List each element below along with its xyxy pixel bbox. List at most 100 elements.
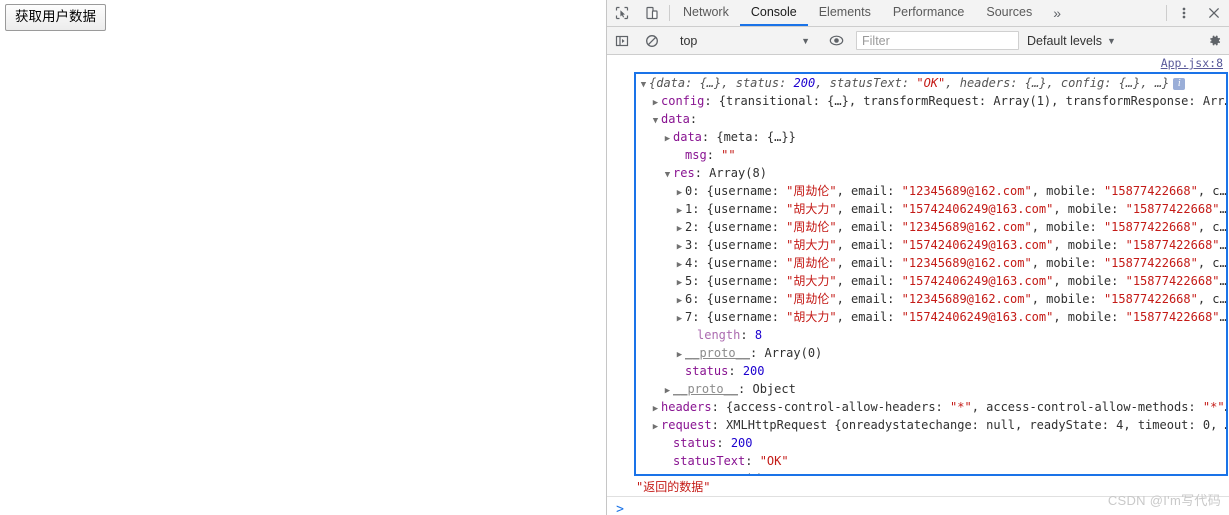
console-property-row[interactable]: 4: {username: "周劫伦", email: "12345689@16…	[636, 254, 1226, 272]
disclosure-triangle-icon[interactable]	[674, 238, 685, 254]
disclosure-triangle-icon[interactable]	[674, 292, 685, 308]
tab-console[interactable]: Console	[739, 0, 808, 26]
tab-label: Elements	[818, 5, 871, 19]
web-page-viewport: 获取用户数据	[0, 0, 607, 515]
console-return-value: "返回的数据"	[636, 480, 711, 494]
disclosure-triangle-icon[interactable]	[650, 94, 661, 110]
disclosure-triangle-icon[interactable]	[650, 112, 661, 128]
console-property-row[interactable]: statusText: "OK"	[636, 452, 1226, 470]
log-token: , …}	[1140, 76, 1170, 90]
disclosure-triangle-icon[interactable]	[674, 184, 685, 200]
log-token: {…}	[1118, 76, 1141, 90]
property-value: …	[1220, 310, 1226, 324]
console-property-row[interactable]: msg: ""	[636, 146, 1226, 164]
console-property-row[interactable]: 0: {username: "周劫伦", email: "12345689@16…	[636, 182, 1226, 200]
property-key: msg	[685, 148, 707, 162]
device-toolbar-icon[interactable]	[637, 0, 667, 26]
console-property-row[interactable]: 1: {username: "胡大力", email: "15742406249…	[636, 200, 1226, 218]
string-literal: "12345689@162.com"	[901, 292, 1032, 306]
disclosure-triangle-icon[interactable]	[674, 256, 685, 272]
log-levels-value: Default levels	[1027, 33, 1103, 48]
console-property-row[interactable]: length: 8	[636, 326, 1226, 344]
disclosure-triangle-icon[interactable]	[650, 472, 661, 474]
property-value: , mobile:	[1053, 202, 1126, 216]
console-property-row[interactable]: 7: {username: "胡大力", email: "15742406249…	[636, 308, 1226, 326]
property-value: : Object	[738, 382, 796, 396]
console-property-row[interactable]: data: {meta: {…}}	[636, 128, 1226, 146]
property-value: 200	[730, 436, 753, 450]
console-property-row[interactable]: request: XMLHttpRequest {onreadystatecha…	[636, 416, 1226, 434]
string-literal: "15877422668"	[1125, 238, 1220, 252]
log-token: , headers:	[945, 76, 1025, 90]
property-key: headers	[661, 400, 712, 414]
property-value: , email:	[836, 202, 902, 216]
tab-network[interactable]: Network	[672, 0, 740, 26]
more-tabs-chevron-icon[interactable]: »	[1043, 0, 1071, 26]
tab-elements[interactable]: Elements	[808, 0, 882, 26]
property-key: data	[673, 130, 702, 144]
disclosure-triangle-icon[interactable]	[662, 130, 673, 146]
console-property-row[interactable]: __proto__: Object	[636, 470, 1226, 474]
chevron-down-icon: ▼	[1107, 35, 1116, 46]
console-property-row[interactable]: 6: {username: "周劫伦", email: "12345689@16…	[636, 290, 1226, 308]
string-literal: "15742406249@163.com"	[901, 310, 1054, 324]
clear-console-icon[interactable]	[637, 34, 667, 48]
string-literal: "15877422668"	[1103, 256, 1198, 270]
inspect-element-icon[interactable]	[607, 0, 637, 26]
string-literal: "15877422668"	[1103, 292, 1198, 306]
console-property-row[interactable]: __proto__: Object	[636, 380, 1226, 398]
property-key: statusText	[673, 454, 746, 468]
disclosure-triangle-icon[interactable]	[662, 382, 673, 398]
live-expression-icon[interactable]	[821, 33, 851, 48]
disclosure-triangle-icon[interactable]	[674, 346, 685, 362]
log-levels-select[interactable]: Default levels ▼	[1019, 34, 1124, 48]
property-value: , email:	[836, 274, 902, 288]
console-property-row[interactable]: status: 200	[636, 362, 1226, 380]
disclosure-triangle-icon[interactable]	[674, 310, 685, 326]
console-property-row[interactable]: data:	[636, 110, 1226, 128]
string-literal: "*"	[1202, 400, 1225, 414]
fetch-user-data-button[interactable]: 获取用户数据	[5, 4, 106, 31]
property-value: …	[1220, 202, 1226, 216]
console-property-row[interactable]: status: 200	[636, 434, 1226, 452]
disclosure-triangle-icon[interactable]	[674, 274, 685, 290]
property-value: , email:	[836, 220, 902, 234]
log-token: 200	[793, 76, 816, 90]
string-literal: "12345689@162.com"	[901, 256, 1032, 270]
console-filter-input[interactable]: Filter	[856, 31, 1019, 50]
property-value: : {username:	[692, 202, 787, 216]
chevron-down-icon: ▼	[801, 35, 810, 46]
console-property-row[interactable]: 3: {username: "胡大力", email: "15742406249…	[636, 236, 1226, 254]
console-log-group[interactable]: {data: {…}, status: 200, statusText: "OK…	[634, 72, 1228, 476]
console-property-row[interactable]: config: {transitional: {…}, transformReq…	[636, 92, 1226, 110]
execution-context-select[interactable]: top ▼	[672, 31, 816, 51]
log-token: {…}	[699, 76, 722, 90]
disclosure-triangle-icon[interactable]	[650, 418, 661, 434]
disclosure-triangle-icon[interactable]	[674, 202, 685, 218]
property-value: , access-control-allow-methods:	[971, 400, 1203, 414]
console-sidebar-icon[interactable]	[607, 34, 637, 48]
console-log-header-row[interactable]: {data: {…}, status: 200, statusText: "OK…	[636, 74, 1226, 92]
tab-label: Sources	[986, 5, 1033, 19]
disclosure-triangle-icon[interactable]	[674, 220, 685, 236]
disclosure-triangle-icon[interactable]	[650, 400, 661, 416]
more-options-icon[interactable]	[1169, 0, 1199, 26]
disclosure-triangle-icon[interactable]	[662, 166, 673, 182]
property-value: , mobile:	[1053, 310, 1126, 324]
disclosure-triangle-icon[interactable]	[638, 76, 649, 92]
console-property-row[interactable]: res: Array(8)	[636, 164, 1226, 182]
source-location-link[interactable]: App.jsx:8	[1161, 56, 1223, 70]
console-property-row[interactable]: __proto__: Array(0)	[636, 344, 1226, 362]
console-property-row[interactable]: headers: {access-control-allow-headers: …	[636, 398, 1226, 416]
string-literal: "12345689@162.com"	[901, 184, 1032, 198]
console-output: App.jsx:8 {data: {…}, status: 200, statu…	[607, 55, 1229, 515]
tab-performance[interactable]: Performance	[882, 0, 976, 26]
property-value: : {username:	[692, 310, 787, 324]
close-devtools-icon[interactable]	[1199, 0, 1229, 26]
console-property-row[interactable]: 5: {username: "胡大力", email: "15742406249…	[636, 272, 1226, 290]
info-badge-icon[interactable]: i	[1173, 78, 1186, 90]
property-value: : Object	[726, 472, 784, 474]
console-property-row[interactable]: 2: {username: "周劫伦", email: "12345689@16…	[636, 218, 1226, 236]
tab-sources[interactable]: Sources	[975, 0, 1043, 26]
settings-gear-icon[interactable]	[1199, 33, 1229, 48]
